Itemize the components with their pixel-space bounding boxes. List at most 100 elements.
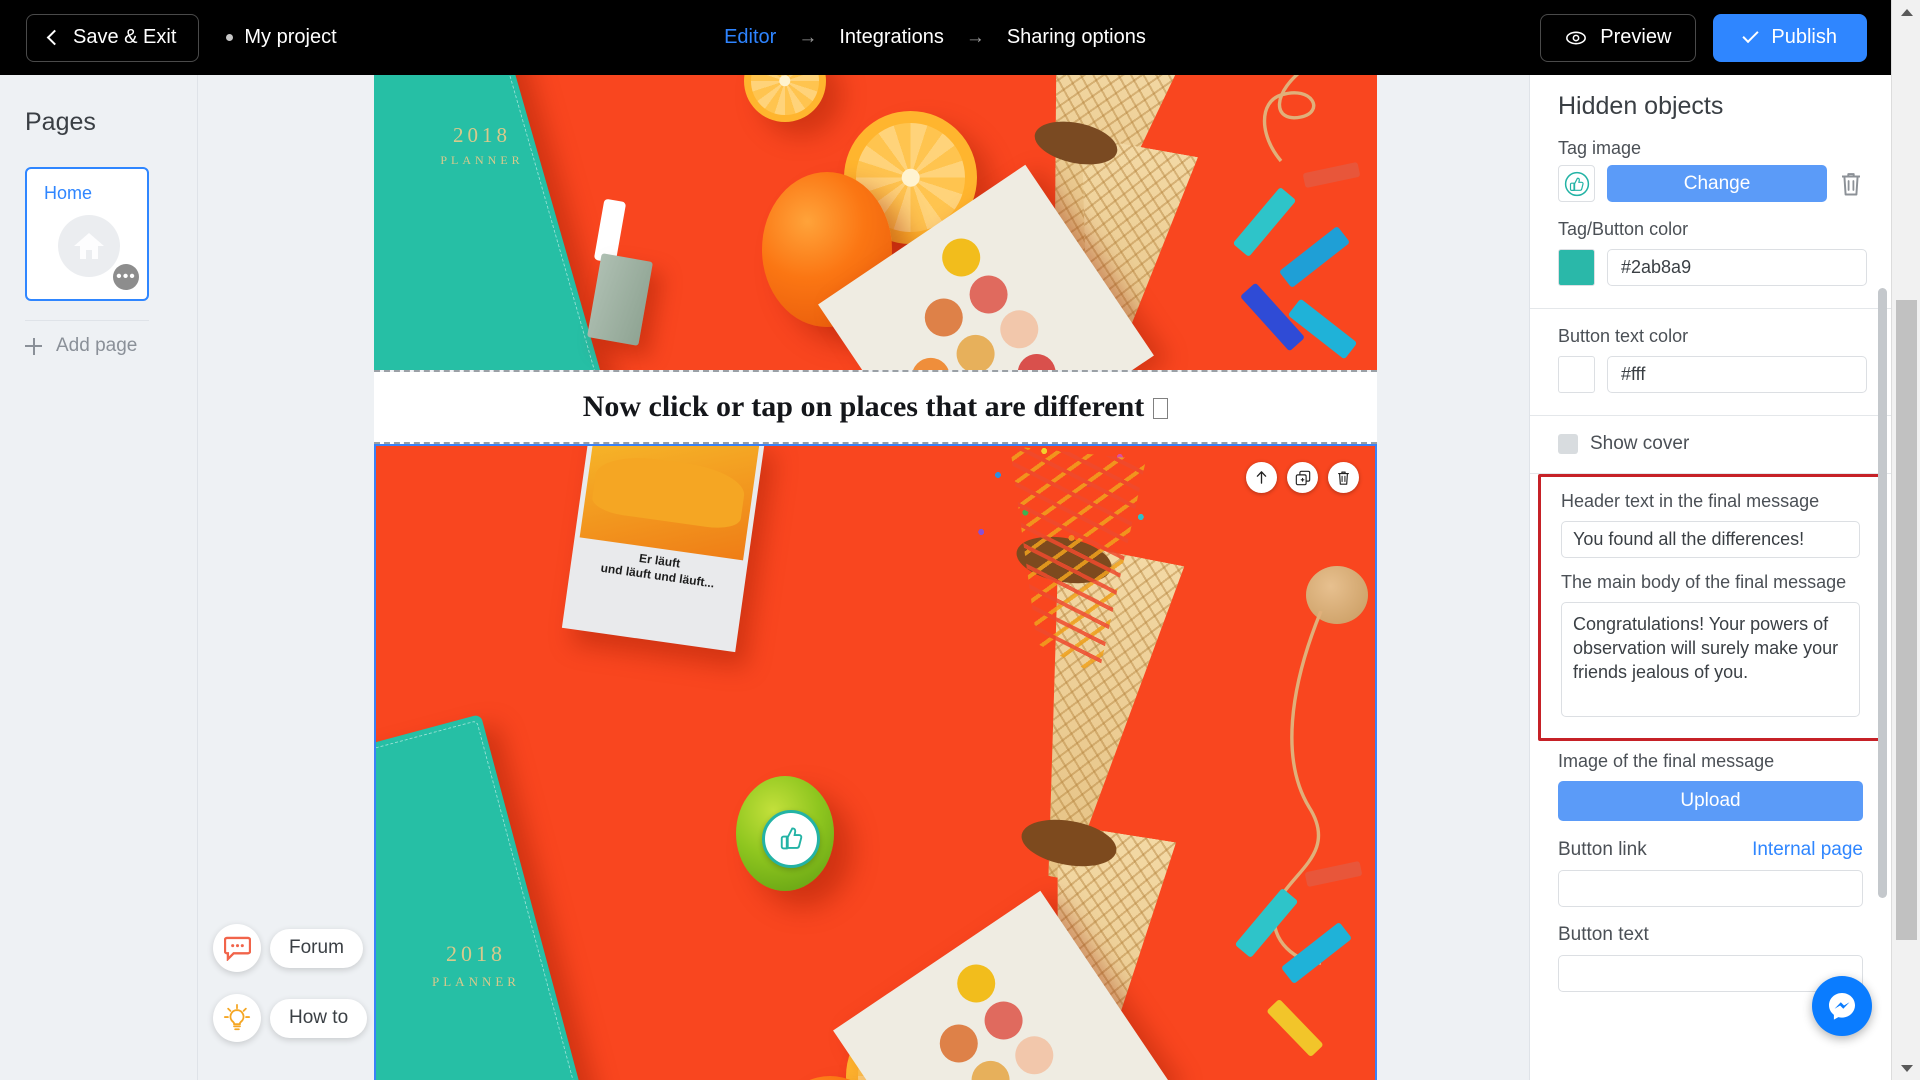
window-scrollbar-thumb[interactable] (1896, 300, 1917, 940)
top-bar: Save & Exit My project Editor → Integrat… (0, 0, 1891, 75)
postcard: Er läuft und läuft und läuft... (561, 446, 766, 653)
status-dot-icon (226, 34, 234, 41)
palette-pan (949, 327, 1002, 370)
arrow-up-icon (1256, 471, 1267, 484)
palette-pan (919, 1076, 973, 1080)
palette-pan (992, 302, 1046, 356)
difference-marker[interactable] (762, 810, 820, 868)
preview-button[interactable]: Preview (1540, 13, 1697, 62)
tag-button-color-row (1558, 249, 1867, 286)
forum-chat-icon (213, 924, 261, 972)
home-icon (58, 215, 120, 277)
duplicate-button[interactable] (1287, 462, 1318, 493)
button-text-color-label: Button text color (1558, 326, 1689, 346)
palette-pan (904, 350, 958, 370)
panel-scrollbar-thumb[interactable] (1878, 288, 1887, 898)
planner-object (374, 75, 608, 370)
palette-pan (949, 957, 1003, 1010)
how-to-help-button[interactable]: How to (213, 994, 368, 1042)
button-link-section: Button link Internal page (1530, 821, 1891, 907)
page-card-home[interactable]: Home ••• (25, 167, 149, 301)
how-to-label-pill[interactable]: How to (270, 998, 368, 1038)
save-and-exit-label: Save & Exit (73, 26, 177, 48)
page-card-label: Home (44, 183, 93, 203)
lightbulb-icon (213, 994, 261, 1042)
eye-icon (1566, 31, 1587, 44)
breadcrumb-arrow-icon: → (965, 26, 985, 48)
page-canvas: 2018 PLANNER Now click or tap on places … (374, 75, 1377, 1080)
block-toolbar (1246, 462, 1359, 493)
planner-object (376, 714, 603, 1080)
palette-pan (1007, 1028, 1061, 1080)
window-scrollbar[interactable] (1891, 0, 1920, 1080)
breadcrumb-item-sharing-options[interactable]: Sharing options (1007, 26, 1146, 49)
pages-title: Pages (25, 108, 96, 136)
add-page-button[interactable]: Add page (25, 320, 149, 357)
clothespin-blue (1278, 225, 1351, 289)
breadcrumb: Editor → Integrations → Sharing options (724, 26, 1146, 49)
messenger-icon (1829, 993, 1855, 1020)
canvas-block-image-bottom[interactable]: Er läuft und läuft und läuft... 2018 PLAN… (374, 444, 1377, 1080)
forum-help-button[interactable]: Forum (213, 924, 363, 972)
forum-label: Forum (289, 937, 344, 958)
final-body-textarea[interactable] (1561, 602, 1860, 717)
button-link-input[interactable] (1558, 870, 1863, 907)
messenger-chat-button[interactable] (1812, 976, 1872, 1036)
pages-sidebar: Pages Home ••• Add page (0, 75, 198, 1080)
publish-label: Publish (1771, 26, 1837, 48)
button-text-color-swatch[interactable] (1558, 356, 1595, 393)
preview-label: Preview (1600, 26, 1672, 48)
show-cover-row[interactable]: Show cover (1558, 433, 1863, 455)
check-icon (1742, 26, 1760, 44)
project-name[interactable]: My project (226, 26, 337, 49)
change-tag-image-button[interactable]: Change (1607, 165, 1827, 202)
move-up-button[interactable] (1246, 462, 1277, 493)
thumbs-up-icon (1564, 171, 1589, 196)
breadcrumb-item-editor[interactable]: Editor (724, 26, 776, 49)
final-header-input[interactable] (1561, 521, 1860, 558)
plus-icon (25, 337, 42, 355)
canvas-area: 2018 PLANNER Now click or tap on places … (199, 75, 1547, 1080)
forum-label-pill[interactable]: Forum (270, 928, 363, 968)
panel-title: Hidden objects (1558, 92, 1724, 120)
chevron-left-icon (46, 29, 63, 46)
duplicate-icon (1295, 470, 1310, 485)
palette-pan (1010, 346, 1064, 370)
button-text-input[interactable] (1558, 955, 1863, 992)
tag-color-swatch[interactable] (1558, 249, 1595, 286)
upload-button[interactable]: Upload (1558, 781, 1863, 821)
canvas-text-content: Now click or tap on places that are diff… (583, 390, 1169, 424)
planner-year-text: 2018 (453, 123, 511, 147)
clothespin-teal (1232, 186, 1297, 258)
delete-button[interactable] (1328, 462, 1359, 493)
internal-page-link[interactable]: Internal page (1752, 839, 1863, 861)
palette-pan (932, 1017, 986, 1070)
planner-label-text: PLANNER (440, 153, 524, 167)
scroll-down-button[interactable] (1892, 1056, 1920, 1080)
button-text-color-input[interactable] (1607, 356, 1867, 393)
show-cover-checkbox[interactable] (1558, 434, 1578, 454)
scroll-up-button[interactable] (1892, 0, 1920, 24)
how-to-label: How to (289, 1007, 349, 1028)
breadcrumb-item-integrations[interactable]: Integrations (839, 26, 944, 49)
canvas-block-image-top[interactable]: 2018 PLANNER (374, 75, 1377, 372)
save-and-exit-button[interactable]: Save & Exit (26, 13, 200, 62)
triangle-down-icon (1900, 1064, 1913, 1072)
properties-panel: Hidden objects Tag image Change Tag/Butt… (1529, 75, 1891, 1080)
canvas-block-text[interactable]: Now click or tap on places that are diff… (374, 372, 1377, 444)
tag-image-thumbnail[interactable] (1558, 165, 1595, 202)
publish-button[interactable]: Publish (1713, 13, 1867, 62)
button-text-color-section: Button text color (1530, 309, 1891, 416)
final-body-label: The main body of the final message (1561, 572, 1847, 592)
button-link-label: Button link (1558, 839, 1647, 860)
string-curl (1262, 75, 1316, 163)
delete-tag-image-button[interactable] (1839, 170, 1863, 198)
button-text-color-row (1558, 356, 1867, 393)
thumbs-up-icon (780, 827, 803, 850)
photo-modified: Er läuft und läuft und läuft... 2018 PLAN… (376, 446, 1375, 1080)
page-options-menu-button[interactable]: ••• (113, 264, 139, 290)
project-name-label: My project (244, 26, 337, 48)
panel-body: Tag image Change Tag/Button color #2ab8a… (1530, 130, 1891, 992)
tag-color-input[interactable] (1607, 249, 1867, 286)
triangle-up-icon (1900, 8, 1913, 16)
